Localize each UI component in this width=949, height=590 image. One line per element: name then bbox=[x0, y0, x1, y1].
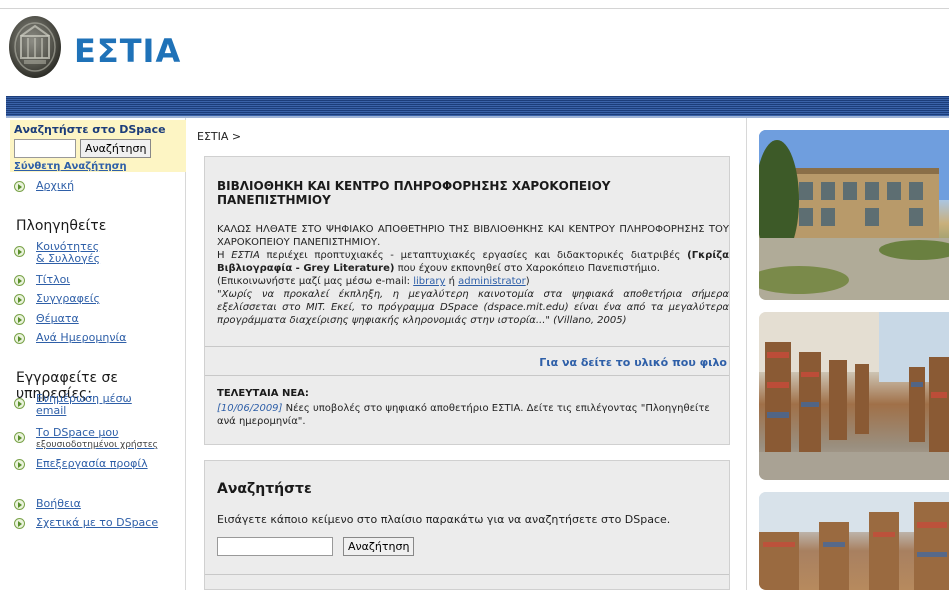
panel-divider bbox=[205, 346, 729, 347]
nav-item-help[interactable]: Βοήθεια bbox=[14, 498, 81, 510]
panel-divider bbox=[205, 574, 729, 575]
contact-pre: (Επικοινωνήστε μαζί μας μέσω e-mail: bbox=[217, 276, 414, 287]
news-text: Νέες υποβολές στο ψηφιακό αποθετήριο ΕΣΤ… bbox=[217, 403, 710, 427]
nav-link-email-alerts[interactable]: Ενημέρωση μέσω email bbox=[36, 393, 132, 417]
nav-link-by-date[interactable]: Ανά Ημερομηνία bbox=[36, 332, 126, 344]
campus-building-photo bbox=[759, 130, 949, 300]
header-bar bbox=[6, 96, 949, 116]
nav-item-authors[interactable]: Συγγραφείς bbox=[14, 293, 100, 305]
search-panel-title: Αναζητήστε bbox=[217, 481, 312, 497]
nav-link-authors[interactable]: Συγγραφείς bbox=[36, 293, 100, 305]
search-panel: Αναζητήστε Εισάγετε κάποιο κείμενο στο π… bbox=[204, 460, 730, 590]
ancient-coin-logo-icon[interactable] bbox=[8, 14, 62, 80]
search-panel-text: Εισάγετε κάποιο κείμενο στο πλαίσιο παρα… bbox=[217, 513, 671, 526]
nav-item-email-alerts[interactable]: Ενημέρωση μέσω email bbox=[14, 393, 132, 417]
browse-heading: Πλοηγηθείτε bbox=[16, 218, 107, 234]
nav-link-titles[interactable]: Τίτλοι bbox=[36, 274, 70, 286]
arrow-bullet-icon bbox=[14, 294, 25, 305]
desc-mid: περιέχει προπτυχιακές - μεταπτυχιακές ερ… bbox=[259, 250, 688, 261]
nav-item-by-date[interactable]: Ανά Ημερομηνία bbox=[14, 332, 126, 344]
arrow-bullet-icon bbox=[14, 432, 25, 443]
welcome-text: ΚΑΛΩΣ ΗΛΘΑΤΕ ΣΤΟ ΨΗΦΙΑΚΟ ΑΠΟΘΕΤΗΡΙΟ ΤΗΣ … bbox=[217, 224, 729, 248]
site-title: ΕΣΤΙΑ bbox=[74, 32, 182, 70]
nav-item-titles[interactable]: Τίτλοι bbox=[14, 274, 70, 286]
main-search-button[interactable]: Αναζήτηση bbox=[343, 537, 415, 556]
nav-link-my-dspace[interactable]: Το DSpace μου εξουσιοδοτημένοι χρήστες bbox=[36, 427, 158, 451]
arrow-bullet-icon bbox=[14, 181, 25, 192]
main-search-input[interactable] bbox=[217, 537, 333, 556]
advanced-search-link[interactable]: Σύνθετη Αναζήτηση bbox=[14, 161, 182, 172]
contact-post: ) bbox=[525, 276, 530, 287]
desc-post: που έχουν εκπονηθεί στο Χαροκόπειο Πανεπ… bbox=[394, 263, 660, 274]
breadcrumb[interactable]: ΕΣΤΙΑ > bbox=[197, 130, 241, 143]
sidebar: Αναζητήστε στο DSpace Αναζήτηση Σύνθετη … bbox=[6, 118, 186, 590]
library-shelves-photo bbox=[759, 312, 949, 480]
desc-estia: ΕΣΤΙΑ bbox=[231, 250, 260, 261]
browse-material-link[interactable]: Για να δείτε το υλικό που φιλο bbox=[539, 356, 727, 369]
top-rule bbox=[0, 8, 949, 9]
sidebar-search-title: Αναζητήστε στο DSpace bbox=[14, 123, 166, 136]
nav-link-my-dspace-label: Το DSpace μου bbox=[36, 426, 119, 439]
nav-link-about[interactable]: Σχετικά με το DSpace bbox=[36, 517, 158, 529]
desc-pre: Η bbox=[217, 250, 232, 261]
arrow-bullet-icon bbox=[14, 459, 25, 470]
nav-item-edit-profile[interactable]: Επεξεργασία προφίλ bbox=[14, 458, 148, 470]
villano-quote: "Χωρίς να προκαλεί έκπληξη, η μεγαλύτερη… bbox=[217, 289, 729, 326]
nav-link-subjects[interactable]: Θέματα bbox=[36, 313, 79, 325]
nav-link-edit-profile[interactable]: Επεξεργασία προφίλ bbox=[36, 458, 148, 470]
arrow-bullet-icon bbox=[14, 518, 25, 529]
arrow-bullet-icon bbox=[14, 314, 25, 325]
sidebar-search-input[interactable] bbox=[14, 139, 76, 158]
library-title: ΒΙΒΛΙΟΘΗΚΗ ΚΑΙ ΚΕΝΤΡΟ ΠΛΗΡΟΦΟΡΗΣΗΣ ΧΑΡΟΚ… bbox=[217, 179, 611, 207]
sidebar-search-button[interactable]: Αναζήτηση bbox=[80, 139, 152, 158]
news-heading: ΤΕΛΕΥΤΑΙΑ ΝΕΑ: bbox=[217, 388, 309, 399]
news-date: [10/06/2009] bbox=[217, 403, 283, 414]
arrow-bullet-icon bbox=[14, 398, 25, 409]
library-interior-photo bbox=[759, 492, 949, 590]
contact-or: ή bbox=[445, 276, 459, 287]
nav-link-my-dspace-sub: εξουσιοδοτημένοι χρήστες bbox=[36, 440, 158, 450]
nav-item-communities[interactable]: Κοινότητες & Συλλογές bbox=[14, 241, 100, 265]
sidebar-search-box: Αναζητήστε στο DSpace Αναζήτηση Σύνθετη … bbox=[10, 120, 186, 172]
nav-item-my-dspace[interactable]: Το DSpace μου εξουσιοδοτημένοι χρήστες bbox=[14, 427, 158, 451]
nav-link-communities-line2: & Συλλογές bbox=[36, 252, 101, 265]
nav-link-help[interactable]: Βοήθεια bbox=[36, 498, 81, 510]
library-info-panel: ΒΙΒΛΙΟΘΗΚΗ ΚΑΙ ΚΕΝΤΡΟ ΠΛΗΡΟΦΟΡΗΣΗΣ ΧΑΡΟΚ… bbox=[204, 156, 730, 445]
news-item: [10/06/2009] Νέες υποβολές στο ψηφιακό α… bbox=[217, 402, 719, 428]
arrow-bullet-icon bbox=[14, 246, 25, 257]
administrator-email-link[interactable]: administrator bbox=[458, 276, 526, 287]
photo-column bbox=[746, 118, 949, 590]
arrow-bullet-icon bbox=[14, 499, 25, 510]
arrow-bullet-icon bbox=[14, 333, 25, 344]
panel-divider bbox=[205, 375, 729, 376]
nav-link-home[interactable]: Αρχική bbox=[36, 180, 74, 192]
nav-item-home[interactable]: Αρχική bbox=[14, 180, 74, 192]
nav-link-communities[interactable]: Κοινότητες & Συλλογές bbox=[36, 241, 100, 265]
library-description: ΚΑΛΩΣ ΗΛΘΑΤΕ ΣΤΟ ΨΗΦΙΑΚΟ ΑΠΟΘΕΤΗΡΙΟ ΤΗΣ … bbox=[217, 223, 729, 327]
nav-link-email-line2: email bbox=[36, 404, 67, 417]
arrow-bullet-icon bbox=[14, 275, 25, 286]
nav-item-subjects[interactable]: Θέματα bbox=[14, 313, 79, 325]
library-email-link[interactable]: library bbox=[413, 276, 445, 287]
nav-item-about[interactable]: Σχετικά με το DSpace bbox=[14, 517, 158, 529]
